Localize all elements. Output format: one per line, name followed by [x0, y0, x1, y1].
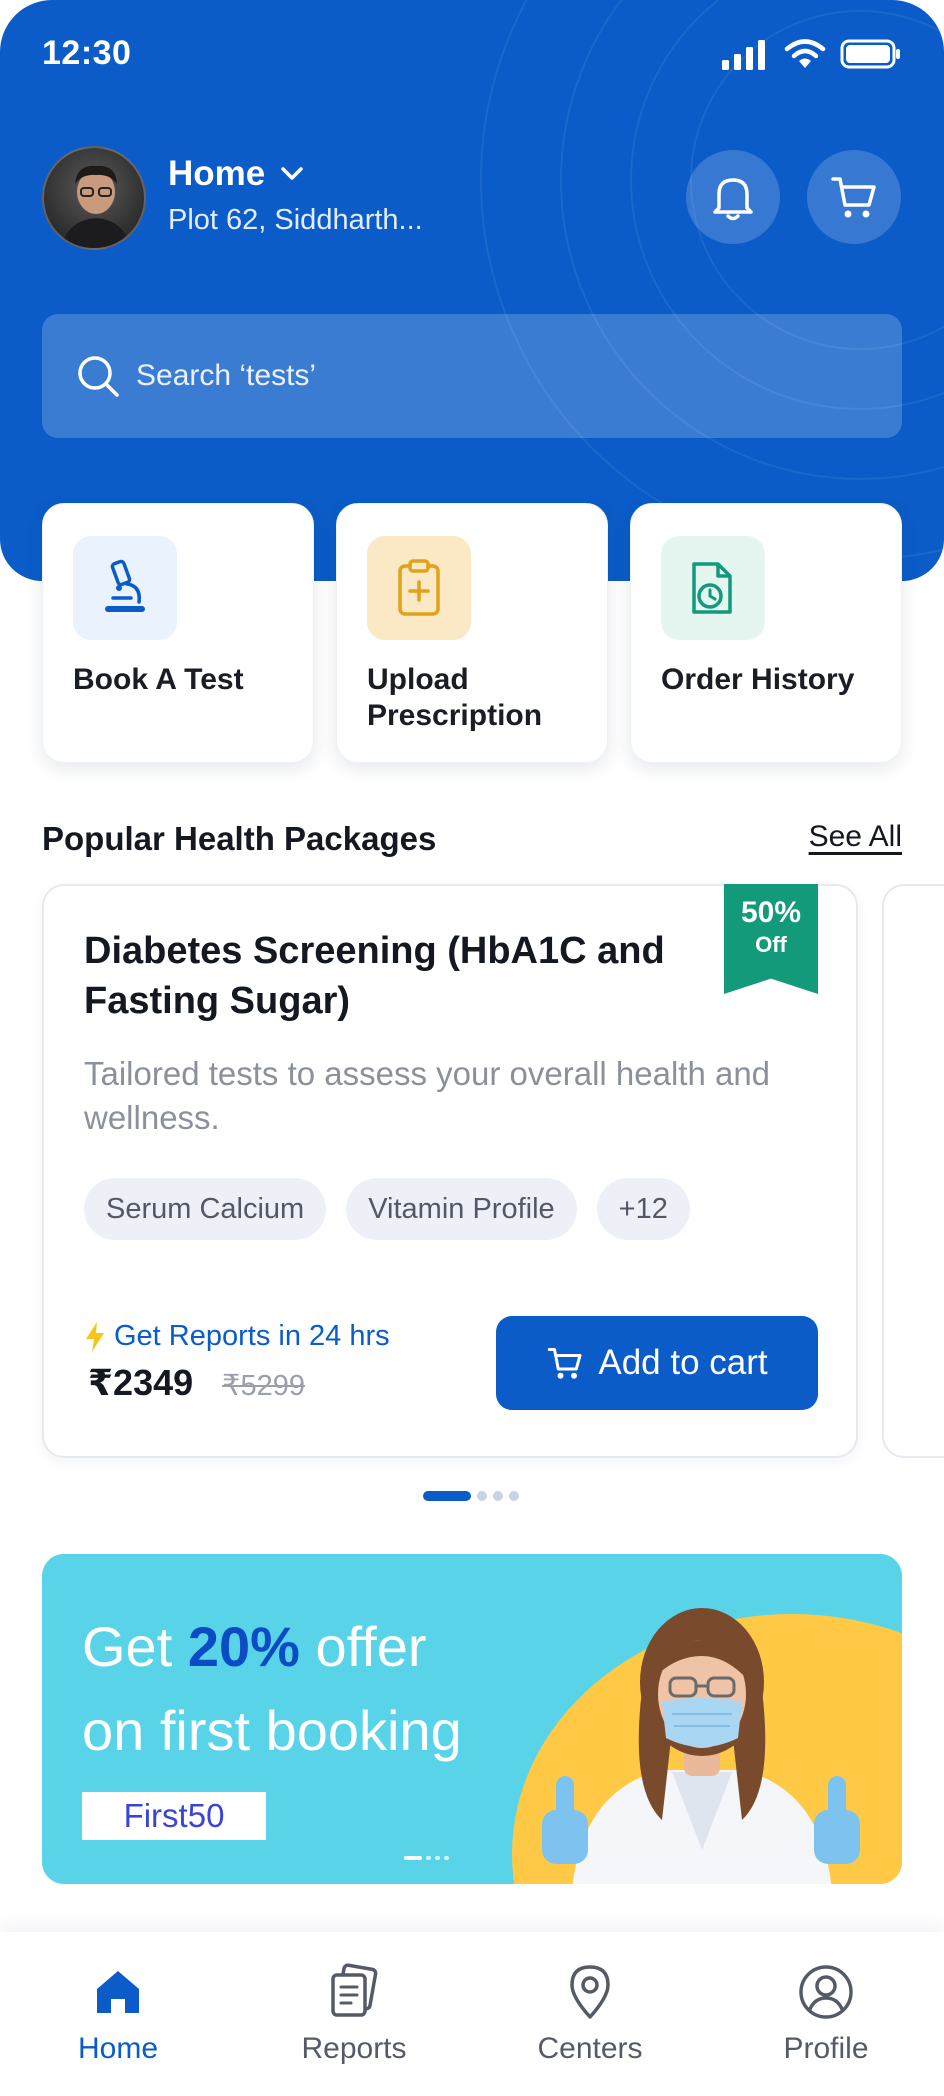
- report-time: Get Reports in 24 hrs: [84, 1320, 390, 1353]
- signal-icon: [722, 40, 765, 70]
- promo-dot-active[interactable]: [404, 1856, 422, 1860]
- quick-action-label: Order History: [661, 663, 855, 696]
- package-title: Diabetes Screening (HbA1C and Fasting Su…: [84, 930, 665, 1022]
- coupon-code[interactable]: First50: [82, 1792, 266, 1840]
- microscope-icon: [73, 536, 177, 640]
- quick-action-order-history[interactable]: Order History: [630, 503, 902, 763]
- promo-prefix: Get: [82, 1615, 173, 1678]
- status-icons: [720, 38, 902, 70]
- quick-action-upload-prescription[interactable]: Upload Prescription: [336, 503, 608, 763]
- location-title: Home: [168, 154, 266, 193]
- package-description: Tailored tests to assess your overall he…: [84, 1055, 771, 1136]
- notifications-button[interactable]: [686, 150, 780, 244]
- battery-icon: [840, 39, 900, 69]
- nav-profile[interactable]: Profile: [726, 1960, 926, 2066]
- carousel-indicator: [423, 1491, 519, 1501]
- discount-percent: 50%: [740, 896, 802, 929]
- quick-action-book-test[interactable]: Book A Test: [42, 503, 314, 763]
- add-to-cart-button[interactable]: Add to cart: [496, 1316, 818, 1410]
- nav-reports[interactable]: Reports: [254, 1960, 454, 2066]
- package-card-next[interactable]: [882, 884, 944, 1458]
- home-icon: [97, 1971, 139, 2013]
- search-icon: [78, 356, 119, 397]
- quick-action-label: Upload Prescription: [367, 663, 543, 732]
- promo-headline: Get 20% offer: [82, 1614, 427, 1679]
- bell-icon: [713, 178, 753, 221]
- promo-suffix: offer: [315, 1615, 427, 1678]
- location-address: Plot 62, Siddharth...: [168, 204, 423, 236]
- cart-button[interactable]: [807, 150, 901, 244]
- doctor-illustration: [542, 1608, 860, 1884]
- nav-label: Profile: [783, 2032, 869, 2065]
- package-price: ₹2349: [88, 1362, 194, 1403]
- promo-dot[interactable]: [444, 1856, 449, 1860]
- discount-ribbon: 50% Off: [724, 884, 818, 994]
- reports-icon: [331, 1963, 378, 2017]
- see-all-link[interactable]: See All: [809, 820, 902, 854]
- location-selector[interactable]: Home: [168, 154, 305, 194]
- nav-label: Centers: [537, 2032, 643, 2065]
- package-tag[interactable]: Vitamin Profile: [346, 1178, 577, 1240]
- package-tag-more[interactable]: +12: [596, 1178, 690, 1240]
- package-card[interactable]: Diabetes Screening (HbA1C and Fasting Su…: [42, 884, 858, 1458]
- nav-home[interactable]: Home: [18, 1960, 218, 2066]
- document-clock-icon: [661, 536, 765, 640]
- cart-icon: [831, 177, 876, 218]
- clipboard-plus-icon: [367, 536, 471, 640]
- carousel-dot-active[interactable]: [423, 1491, 471, 1501]
- quick-action-label: Book A Test: [73, 663, 244, 696]
- section-title: Popular Health Packages: [42, 820, 437, 857]
- header-background: [0, 0, 944, 581]
- wifi-icon: [784, 39, 826, 68]
- add-to-cart-label: Add to cart: [598, 1343, 768, 1382]
- package-tag[interactable]: Serum Calcium: [84, 1178, 327, 1240]
- report-time-label: Get Reports in 24 hrs: [114, 1320, 390, 1352]
- promo-indicator: [404, 1856, 449, 1860]
- status-time: 12:30: [42, 34, 132, 72]
- discount-off-label: Off: [755, 932, 787, 957]
- app-screen: 12:30 Home Plot 62, Siddharth... Search …: [0, 0, 944, 2096]
- avatar-person-icon: [60, 165, 132, 248]
- cart-icon: [548, 1348, 582, 1379]
- nav-centers[interactable]: Centers: [490, 1960, 690, 2066]
- bottom-nav: Home Reports Centers Profile: [0, 1932, 944, 2096]
- carousel-dot[interactable]: [509, 1491, 519, 1501]
- carousel-dot[interactable]: [493, 1491, 503, 1501]
- chevron-down-icon: [281, 167, 303, 180]
- nav-label: Home: [77, 2032, 159, 2065]
- location-pin-icon: [570, 1965, 610, 2019]
- nav-label: Reports: [301, 2032, 407, 2065]
- search-placeholder: Search ‘tests’: [136, 359, 317, 392]
- search-input[interactable]: Search ‘tests’: [42, 314, 902, 438]
- promo-subline: on first booking: [82, 1699, 462, 1762]
- lightning-icon: [86, 1321, 104, 1352]
- package-old-price: ₹5299: [222, 1370, 305, 1402]
- user-circle-icon: [799, 1965, 853, 2019]
- carousel-dot[interactable]: [477, 1491, 487, 1501]
- promo-banner[interactable]: Get 20% offer on first booking First50: [42, 1554, 902, 1884]
- avatar[interactable]: [42, 146, 146, 250]
- promo-dot[interactable]: [426, 1856, 431, 1860]
- promo-dot[interactable]: [435, 1856, 440, 1860]
- promo-highlight: 20%: [187, 1615, 300, 1678]
- package-tags: Serum Calcium Vitamin Profile +12: [84, 1178, 690, 1240]
